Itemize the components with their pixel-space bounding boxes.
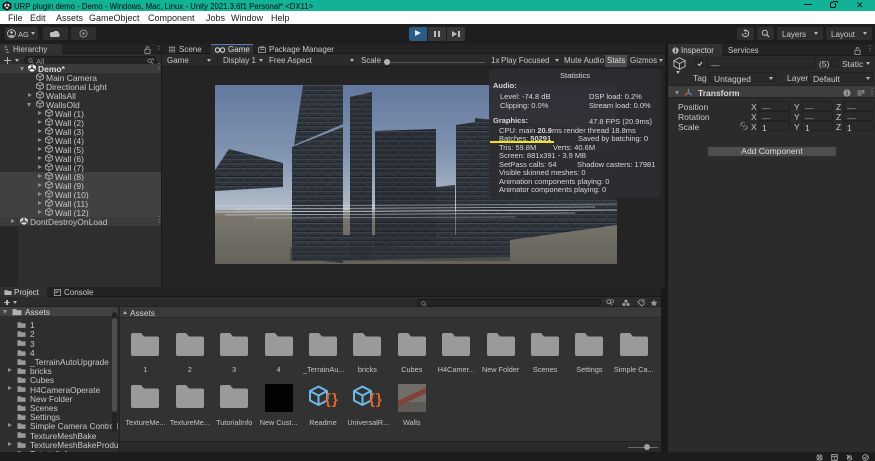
svg-text:{: { [325, 391, 331, 408]
svg-text:{: { [369, 391, 375, 408]
svg-text:}: } [332, 391, 338, 408]
svg-text:}: } [376, 391, 382, 408]
